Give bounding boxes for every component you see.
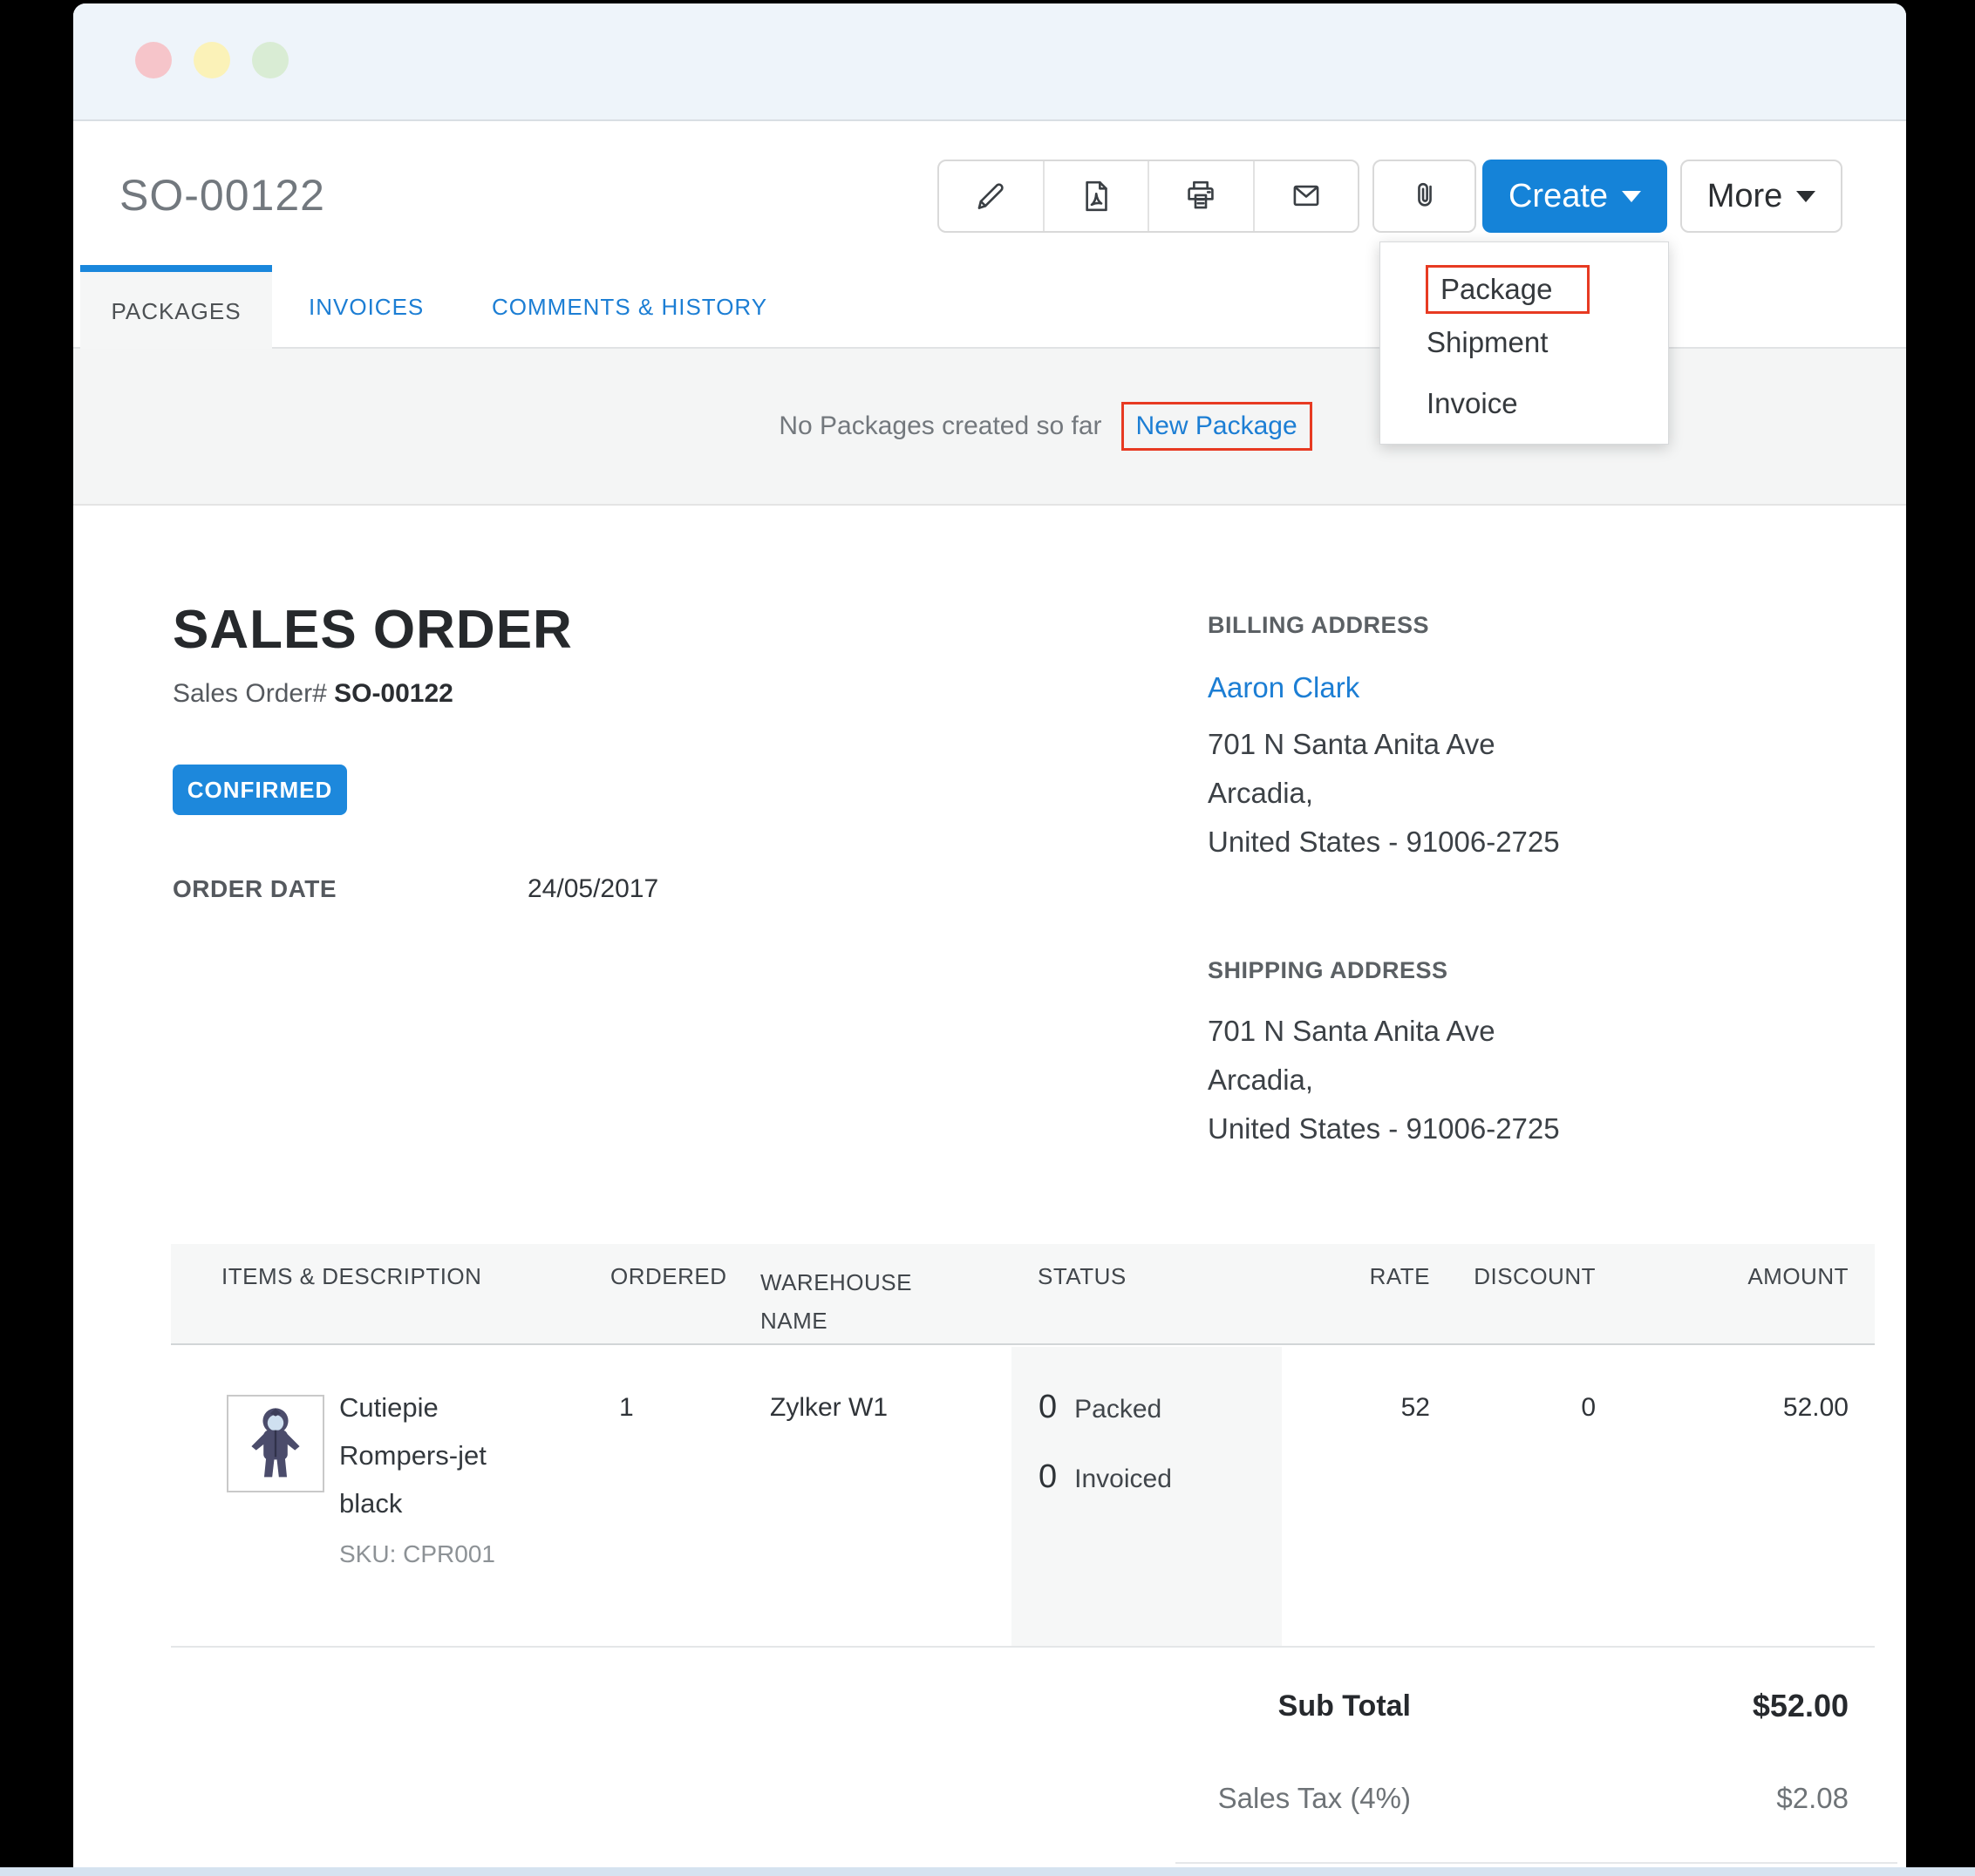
packed-label: Packed <box>1074 1395 1161 1424</box>
item-sku: SKU: CPR001 <box>339 1540 495 1568</box>
billing-address-label: BILLING ADDRESS <box>1208 612 1429 639</box>
col-items-description: ITEMS & DESCRIPTION <box>221 1263 481 1290</box>
more-button[interactable]: More <box>1680 160 1842 233</box>
create-button[interactable]: Create <box>1482 160 1667 233</box>
document-heading: SALES ORDER <box>173 599 573 661</box>
col-rate: RATE <box>1370 1263 1430 1290</box>
pdf-icon <box>1075 175 1117 217</box>
app-window: SO-00122 <box>73 3 1906 1876</box>
billing-address-line: Arcadia, <box>1208 777 1313 810</box>
shipping-address-label: SHIPPING ADDRESS <box>1208 957 1448 984</box>
more-button-label: More <box>1707 178 1783 215</box>
totals-divider <box>1175 1862 1897 1864</box>
cell-ordered: 1 <box>619 1393 634 1423</box>
order-number-value: SO-00122 <box>334 679 453 708</box>
col-discount: DISCOUNT <box>1474 1263 1596 1290</box>
col-amount: AMOUNT <box>1747 1263 1849 1290</box>
billing-contact-link[interactable]: Aaron Clark <box>1208 671 1359 704</box>
paperclip-icon <box>1404 175 1446 217</box>
order-number-line: Sales Order# SO-00122 <box>173 679 453 709</box>
menu-item-shipment[interactable]: Shipment <box>1427 326 1548 359</box>
shipping-address-line: United States - 91006-2725 <box>1208 1112 1560 1145</box>
billing-address-line: 701 N Santa Anita Ave <box>1208 728 1495 761</box>
romper-product-image <box>235 1404 316 1484</box>
tab-invoices-label: INVOICES <box>309 294 424 321</box>
create-dropdown-menu: Package Shipment Invoice <box>1379 241 1669 445</box>
minimize-window-icon[interactable] <box>194 42 230 78</box>
email-button[interactable] <box>1255 161 1359 231</box>
tab-packages[interactable]: PACKAGES <box>80 265 272 350</box>
col-status: STATUS <box>1038 1263 1127 1290</box>
printer-icon <box>1180 175 1222 217</box>
shipping-address-line: 701 N Santa Anita Ave <box>1208 1015 1495 1048</box>
document-actions-group <box>937 160 1359 233</box>
sales-tax-label: Sales Tax (4%) <box>1218 1782 1411 1815</box>
tab-invoices[interactable]: INVOICES <box>309 265 424 349</box>
chevron-down-icon <box>1796 191 1815 202</box>
cell-warehouse: Zylker W1 <box>770 1393 888 1423</box>
maximize-window-icon[interactable] <box>252 42 289 78</box>
subtotal-label: Sub Total <box>1278 1689 1411 1723</box>
shipping-address-line: Arcadia, <box>1208 1064 1313 1097</box>
page-title: SO-00122 <box>119 170 325 221</box>
cell-amount: 52.00 <box>1783 1393 1849 1423</box>
envelope-icon <box>1285 175 1327 217</box>
product-thumbnail <box>227 1395 324 1492</box>
table-row: Cutiepie Rompers-jet black SKU: CPR001 1… <box>171 1347 1875 1648</box>
chevron-down-icon <box>1622 191 1641 202</box>
order-number-label: Sales Order# <box>173 679 327 708</box>
cell-rate: 52 <box>1401 1393 1430 1423</box>
tab-comments-history[interactable]: COMMENTS & HISTORY <box>492 265 767 349</box>
subtotal-value: $52.00 <box>1753 1688 1849 1724</box>
pencil-icon <box>970 175 1011 217</box>
packed-count: 0 <box>1039 1389 1057 1426</box>
invoiced-status: 0 Invoiced <box>1039 1458 1172 1496</box>
order-date-value: 24/05/2017 <box>528 874 658 904</box>
tab-comments-history-label: COMMENTS & HISTORY <box>492 294 767 321</box>
order-date-label: ORDER DATE <box>173 875 337 903</box>
attachments-button[interactable] <box>1372 160 1476 233</box>
print-button[interactable] <box>1149 161 1255 231</box>
close-window-icon[interactable] <box>135 42 172 78</box>
no-packages-text: No Packages created so far <box>779 411 1101 441</box>
pdf-button[interactable] <box>1045 161 1150 231</box>
col-ordered: ORDERED <box>610 1263 727 1290</box>
bottom-edge-strip <box>0 1867 1975 1876</box>
tab-packages-label: PACKAGES <box>111 298 241 325</box>
col-warehouse-name: WAREHOUSE NAME <box>760 1263 948 1340</box>
new-package-link[interactable]: New Package <box>1121 402 1312 451</box>
cell-discount: 0 <box>1581 1393 1596 1423</box>
packed-status: 0 Packed <box>1039 1389 1161 1426</box>
invoiced-label: Invoiced <box>1074 1465 1172 1494</box>
sales-tax-value: $2.08 <box>1776 1782 1849 1815</box>
create-button-label: Create <box>1508 178 1608 215</box>
billing-address-line: United States - 91006-2725 <box>1208 826 1560 859</box>
status-badge: CONFIRMED <box>173 765 347 815</box>
window-titlebar <box>73 3 1906 121</box>
menu-item-package[interactable]: Package <box>1426 265 1590 314</box>
table-header-row: ITEMS & DESCRIPTION ORDERED WAREHOUSE NA… <box>171 1244 1875 1345</box>
menu-item-invoice[interactable]: Invoice <box>1427 387 1518 420</box>
line-items-table: ITEMS & DESCRIPTION ORDERED WAREHOUSE NA… <box>171 1244 1875 1648</box>
edit-button[interactable] <box>939 161 1045 231</box>
item-name[interactable]: Cutiepie Rompers-jet black <box>339 1383 529 1527</box>
invoiced-count: 0 <box>1039 1458 1057 1496</box>
